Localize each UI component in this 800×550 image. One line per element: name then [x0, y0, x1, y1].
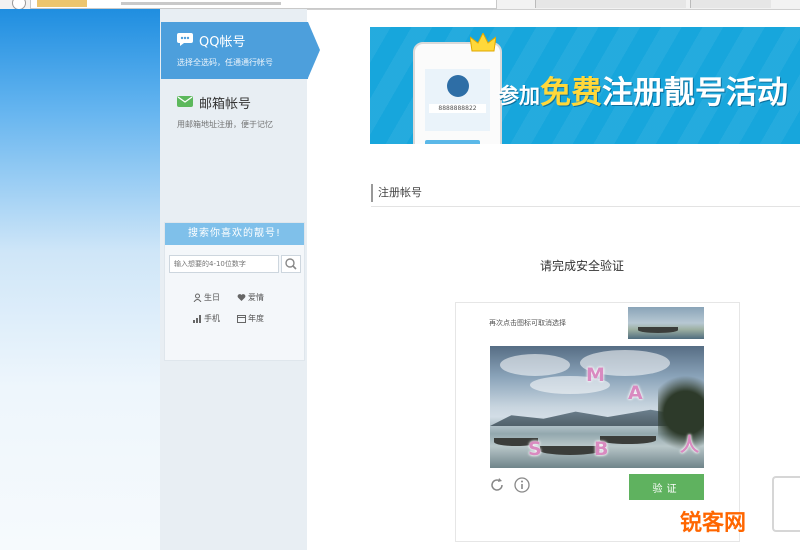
phone-button	[425, 140, 480, 144]
nav-mail-account[interactable]: 邮箱帐号 用邮箱地址注册，便于记忆	[161, 84, 308, 141]
calendar-icon	[237, 315, 246, 323]
category-love[interactable]: 爱情	[237, 292, 264, 303]
address-bar[interactable]	[30, 0, 497, 9]
signal-icon	[193, 315, 201, 323]
refresh-icon[interactable]	[489, 477, 505, 493]
watermark-badge	[772, 476, 800, 532]
person-icon	[193, 293, 202, 303]
captcha-glyph[interactable]: B	[594, 438, 608, 460]
boat-thumb	[638, 327, 678, 333]
phone-number: 8888888822	[429, 104, 486, 113]
boat	[540, 446, 600, 455]
search-icon	[285, 258, 297, 270]
captcha-image[interactable]: M A S B 人	[490, 346, 704, 468]
banner-headline: 参加免费注册靓号活动	[498, 67, 788, 112]
promo-banner[interactable]: 8888888822 参加免费注册靓号活动	[370, 27, 800, 144]
nav-qq-account[interactable]: QQ帐号 选择全选码，任通通行帐号	[161, 22, 320, 79]
mail-icon	[177, 96, 193, 107]
pretty-number-search-panel: 搜索你喜欢的靓号! 生日 爱情 手机 年度	[164, 222, 305, 361]
crown-icon	[470, 33, 496, 52]
nav-mail-title: 邮箱帐号	[199, 97, 252, 112]
captcha-glyph[interactable]: A	[628, 382, 643, 404]
banner-text-pre: 参加	[498, 84, 540, 108]
verify-button[interactable]: 验证	[629, 474, 704, 500]
phone-illustration: 8888888822	[413, 42, 502, 144]
verify-heading: 请完成安全验证	[540, 259, 625, 273]
search-panel-title: 搜索你喜欢的靓号!	[165, 223, 304, 245]
page-background	[0, 9, 160, 550]
page-title: 注册帐号	[371, 184, 422, 202]
address-url	[121, 2, 281, 5]
avatar	[447, 75, 469, 97]
watermark-logo: 锐客网	[680, 511, 747, 536]
category-phone[interactable]: 手机	[193, 313, 220, 324]
category-birthday[interactable]: 生日	[193, 292, 220, 303]
number-search-input[interactable]	[169, 255, 279, 273]
category-label: 爱情	[248, 293, 264, 302]
nav-mail-subtitle: 用邮箱地址注册，便于记忆	[177, 120, 273, 129]
search-button[interactable]	[281, 255, 301, 273]
category-label: 年度	[248, 314, 264, 323]
nav-qq-title: QQ帐号	[199, 35, 246, 50]
info-icon[interactable]	[514, 477, 530, 493]
captcha-glyph[interactable]: 人	[680, 430, 699, 457]
category-label: 生日	[204, 293, 220, 302]
banner-text-post: 注册靓号活动	[602, 75, 788, 111]
phone-screen: 8888888822	[425, 69, 490, 131]
chat-bubble-icon	[177, 33, 193, 46]
divider	[371, 206, 800, 207]
browser-tab[interactable]	[535, 0, 686, 8]
captcha-glyph[interactable]: M	[586, 364, 605, 386]
nav-qq-subtitle: 选择全选码，任通通行帐号	[177, 58, 273, 67]
captcha-target-preview	[628, 307, 704, 339]
captcha-glyph[interactable]: S	[528, 438, 542, 460]
category-label: 手机	[204, 314, 220, 323]
banner-text-highlight: 免费	[540, 75, 602, 111]
browser-tab[interactable]	[690, 0, 771, 8]
captcha-hint: 再次点击图标可取消选择	[489, 319, 566, 327]
cloud	[500, 354, 570, 376]
site-favicon-icon	[37, 0, 87, 7]
category-year[interactable]: 年度	[237, 313, 264, 324]
heart-icon	[237, 294, 246, 301]
